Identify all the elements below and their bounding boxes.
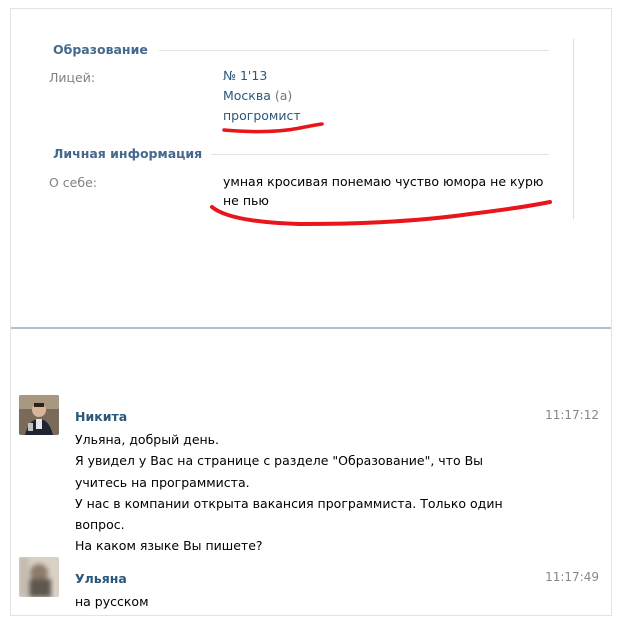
profile-info: Образование Лицей: № 1'13 Москва (а) про… xyxy=(11,9,611,329)
message-line: У нас в компании открыта вакансия програ… xyxy=(75,496,503,511)
message-line: на русском xyxy=(75,594,149,609)
about-line-1: умная кросивая понемаю чуство юмора не к… xyxy=(223,174,544,189)
blurred-avatar-image xyxy=(19,557,59,597)
city-link[interactable]: Москва xyxy=(223,88,271,103)
section-divider xyxy=(159,50,549,51)
message-author[interactable]: Ульяна xyxy=(75,571,127,586)
avatar-image xyxy=(19,395,59,435)
chat-divider xyxy=(11,327,611,329)
message-line: Я увидел у Вас на странице с разделе "Об… xyxy=(75,453,484,468)
school-name-link[interactable]: № 1'13 xyxy=(223,67,267,85)
school-label: Лицей: xyxy=(49,70,96,85)
avatar[interactable] xyxy=(19,395,59,435)
section-divider xyxy=(211,154,549,155)
message-line: Ульяна, добрый день. xyxy=(75,432,220,447)
message-line: учитесь на программиста. xyxy=(75,475,250,490)
screenshot-frame: Образование Лицей: № 1'13 Москва (а) про… xyxy=(10,8,612,616)
personal-section-title: Личная информация xyxy=(53,146,203,161)
education-section-title: Образование xyxy=(53,42,148,57)
message-time: 11:17:49 xyxy=(545,570,599,584)
city-suffix: (а) xyxy=(274,88,293,103)
city-value[interactable]: Москва (а) xyxy=(223,87,292,105)
about-label: О себе: xyxy=(49,175,97,190)
about-line-2: не пью xyxy=(223,193,269,208)
message-author[interactable]: Никита xyxy=(75,409,127,424)
specialty-link[interactable]: прогромист xyxy=(223,107,301,125)
message-line: На каком языке Вы пишете? xyxy=(75,538,263,553)
message-time: 11:17:12 xyxy=(545,408,599,422)
avatar[interactable] xyxy=(19,557,59,597)
column-border xyxy=(573,39,574,219)
message-line: вопрос. xyxy=(75,517,125,532)
